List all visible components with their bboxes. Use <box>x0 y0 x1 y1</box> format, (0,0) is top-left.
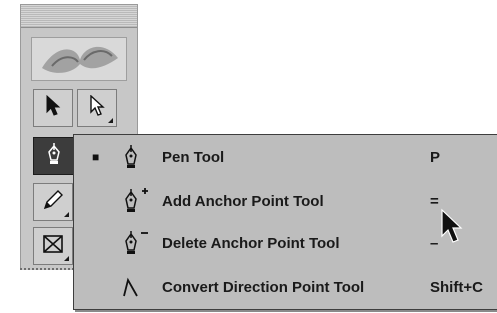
pen-tool-button[interactable] <box>33 137 75 175</box>
menu-item-convert-direction-point-tool[interactable]: Convert Direction Point Tool Shift+C <box>74 267 497 307</box>
menu-item-shortcut: = <box>430 192 439 210</box>
butterfly-logo <box>31 37 127 81</box>
rectangle-frame-tool-button[interactable] <box>33 227 73 265</box>
pencil-tool-button[interactable] <box>33 183 73 221</box>
menu-item-label: Convert Direction Point Tool <box>162 278 365 296</box>
add-anchor-icon <box>120 185 160 217</box>
menu-item-pen-tool[interactable]: ■ Pen Tool P <box>74 137 497 177</box>
menu-item-shortcut: P <box>430 148 441 166</box>
pen-tools-flyout-menu: ■ Pen Tool P Add Anchor Point Tool = Del… <box>73 134 497 310</box>
menu-item-add-anchor-point-tool[interactable]: Add Anchor Point Tool = <box>74 181 497 221</box>
white-arrow-icon <box>89 93 105 122</box>
flyout-indicator-icon <box>64 256 69 261</box>
menu-item-delete-anchor-point-tool[interactable]: Delete Anchor Point Tool – <box>74 223 497 263</box>
flyout-indicator-icon <box>64 212 69 217</box>
black-arrow-icon <box>45 94 61 122</box>
menu-item-label: Pen Tool <box>162 148 225 166</box>
pen-icon <box>120 141 160 173</box>
flyout-indicator-icon <box>108 118 113 123</box>
toolbox-titlebar[interactable] <box>21 5 137 28</box>
menu-item-label: Add Anchor Point Tool <box>162 192 324 210</box>
frame-icon <box>42 234 64 259</box>
pen-icon <box>45 142 63 171</box>
selection-tool-button[interactable] <box>33 89 73 127</box>
menu-item-shortcut: Shift+C <box>430 278 483 296</box>
mouse-cursor-icon <box>440 208 464 246</box>
direct-selection-tool-button[interactable] <box>77 89 117 127</box>
selected-check-mark: ■ <box>92 150 100 164</box>
screenshot-page: ■ Pen Tool P Add Anchor Point Tool = Del… <box>0 0 497 313</box>
menu-item-label: Delete Anchor Point Tool <box>162 234 340 252</box>
convert-point-icon <box>120 271 160 303</box>
delete-anchor-icon <box>120 227 160 259</box>
menu-item-shortcut: – <box>430 234 439 252</box>
pencil-icon <box>42 189 64 216</box>
